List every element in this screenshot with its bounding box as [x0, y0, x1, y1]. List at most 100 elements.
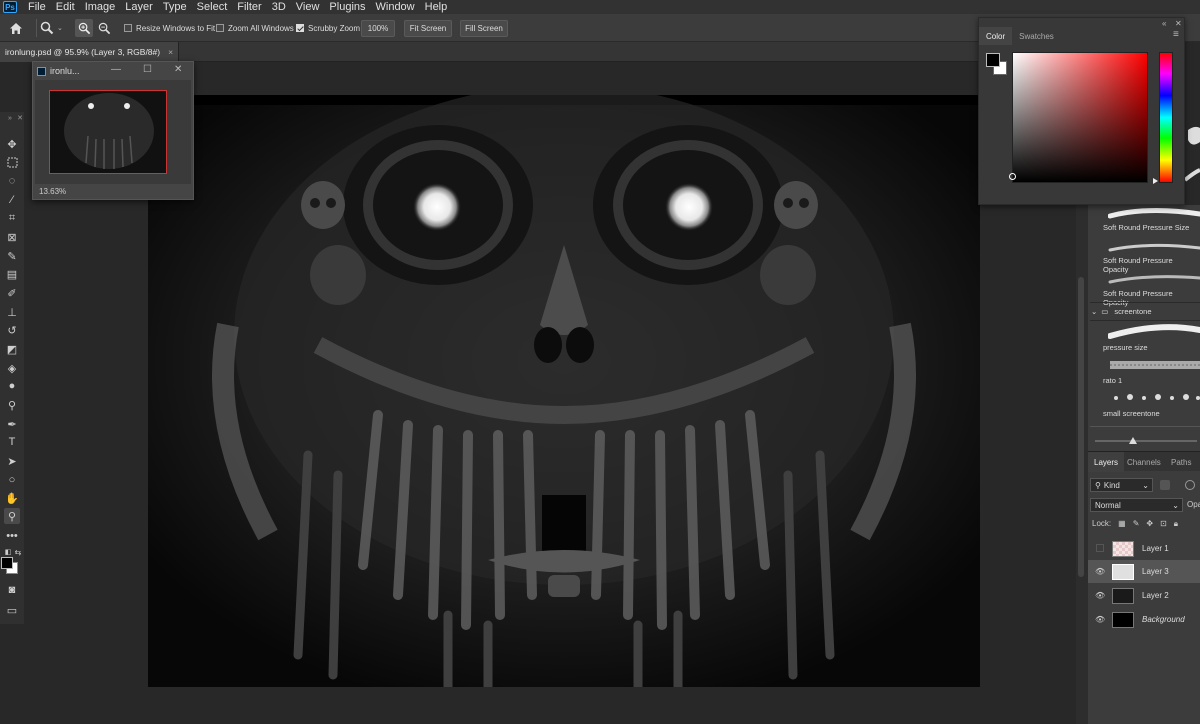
layer-filter-dropdown[interactable]: ⚲ Kind ⌄: [1090, 478, 1153, 492]
zoom-in-icon[interactable]: [75, 19, 93, 37]
lock-position-icon[interactable]: ✥: [1146, 519, 1153, 529]
lock-image-icon[interactable]: ✎: [1133, 519, 1140, 529]
brush-item[interactable]: rato 1: [1103, 376, 1200, 385]
paint-bucket-icon[interactable]: ◈: [4, 360, 20, 376]
layer-row[interactable]: Layer 1: [1088, 537, 1200, 560]
filter-adjustment-icon[interactable]: [1185, 480, 1195, 490]
menu-select[interactable]: Select: [192, 1, 233, 13]
document-tab[interactable]: ironlung.psd @ 95.9% (Layer 3, RGB/8#) ×: [0, 42, 180, 62]
maximize-icon[interactable]: ☐: [143, 64, 152, 75]
resize-windows-checkbox[interactable]: Resize Windows to Fit: [124, 14, 215, 42]
healing-brush-icon[interactable]: ▤: [4, 266, 20, 282]
type-tool-icon[interactable]: T: [4, 434, 20, 450]
lock-transparency-icon[interactable]: ▦: [1118, 519, 1126, 529]
hand-tool-icon[interactable]: ✋: [4, 490, 20, 506]
document-canvas[interactable]: [148, 95, 980, 687]
stamp-tool-icon[interactable]: ⊥: [4, 304, 20, 320]
pen-tool-icon[interactable]: ✒: [4, 416, 20, 432]
eraser-tool-icon[interactable]: ◩: [4, 341, 20, 357]
layer-row[interactable]: 👁︎ Layer 2: [1088, 584, 1200, 607]
blend-mode-dropdown[interactable]: Normal ⌄: [1090, 498, 1183, 512]
fill-screen-button[interactable]: Fill Screen: [460, 20, 508, 37]
tab-layers[interactable]: Layers: [1088, 452, 1125, 472]
quick-mask-icon[interactable]: ◙: [4, 582, 20, 598]
menu-plugins[interactable]: Plugins: [324, 1, 370, 13]
navigator-thumbnail[interactable]: [49, 90, 167, 174]
menu-filter[interactable]: Filter: [232, 1, 266, 13]
scrubby-zoom-checkbox[interactable]: Scrubby Zoom: [296, 14, 360, 42]
home-icon[interactable]: [9, 14, 23, 42]
history-brush-icon[interactable]: ↺: [4, 322, 20, 338]
screen-mode-icon[interactable]: ▭: [4, 602, 20, 618]
move-tool-icon[interactable]: ✥: [4, 136, 20, 152]
more-tools-icon[interactable]: •••: [4, 528, 20, 544]
zoom-all-windows-checkbox[interactable]: Zoom All Windows: [216, 14, 294, 42]
zoom-tool-icon[interactable]: ⚲: [4, 508, 20, 524]
blur-tool-icon[interactable]: ●: [4, 378, 20, 394]
eyedropper-icon[interactable]: ✎: [4, 248, 20, 264]
menu-image[interactable]: Image: [80, 1, 121, 13]
panel-menu-icon[interactable]: ≡: [1173, 29, 1179, 40]
minimize-icon[interactable]: —: [111, 64, 121, 75]
menu-help[interactable]: Help: [420, 1, 453, 13]
zoom-out-icon[interactable]: [98, 14, 111, 42]
tab-paths[interactable]: Paths: [1165, 452, 1197, 472]
lock-artboard-icon[interactable]: ⊡: [1160, 519, 1167, 529]
lasso-tool-icon[interactable]: ◌: [4, 173, 20, 189]
tab-color[interactable]: Color: [979, 27, 1013, 45]
eye-icon[interactable]: 👁︎: [1095, 591, 1105, 600]
close-icon[interactable]: ✕: [174, 64, 182, 75]
foreground-color-swatch[interactable]: [986, 53, 1000, 67]
brush-tool-icon[interactable]: ✐: [4, 285, 20, 301]
chevron-down-icon[interactable]: ⌄: [57, 24, 63, 32]
frame-tool-icon[interactable]: ⊠: [4, 229, 20, 245]
zoom-tool-icon[interactable]: ⌄: [40, 14, 63, 42]
path-selection-icon[interactable]: ➤: [4, 453, 20, 469]
menu-3d[interactable]: 3D: [267, 1, 291, 13]
close-icon[interactable]: ✕: [1175, 19, 1182, 28]
brush-item[interactable]: Soft Round Pressure Opacity: [1103, 289, 1200, 307]
visibility-toggle-off[interactable]: [1095, 543, 1105, 554]
brush-item[interactable]: small screentone: [1103, 409, 1200, 418]
menu-view[interactable]: View: [291, 1, 325, 13]
brush-folder[interactable]: ⌄ ▭ screentone: [1091, 307, 1152, 316]
ellipse-tool-icon[interactable]: ○: [4, 472, 20, 488]
close-icon[interactable]: ×: [168, 47, 173, 57]
menu-window[interactable]: Window: [371, 1, 420, 13]
blend-mode-value: Normal: [1095, 500, 1121, 510]
slider-handle[interactable]: [1129, 437, 1137, 444]
eye-icon[interactable]: 👁︎: [1095, 615, 1105, 624]
lock-all-icon[interactable]: 🔒︎: [1174, 519, 1178, 529]
menu-file[interactable]: File: [23, 1, 51, 13]
chevron-down-icon[interactable]: ⌄: [1091, 307, 1097, 316]
collapse-icon[interactable]: «: [1162, 19, 1166, 28]
tab-swatches[interactable]: Swatches: [1012, 27, 1061, 45]
layer-row[interactable]: 👁︎ Background: [1088, 608, 1200, 631]
brush-item[interactable]: Soft Round Pressure Size: [1103, 223, 1200, 232]
marquee-tool-icon[interactable]: [4, 154, 20, 170]
magic-wand-icon[interactable]: ⁄: [4, 192, 20, 208]
brush-item[interactable]: pressure size: [1103, 343, 1200, 352]
eye-icon[interactable]: 👁︎: [1095, 567, 1105, 576]
navigator-window[interactable]: ironlu... — ☐ ✕ 13.63%: [32, 61, 194, 200]
fit-screen-button[interactable]: Fit Screen: [404, 20, 452, 37]
foreground-color-swatch[interactable]: [1, 557, 13, 569]
hue-slider[interactable]: [1159, 52, 1173, 183]
dodge-tool-icon[interactable]: ⚲: [4, 397, 20, 413]
crop-tool-icon[interactable]: ⌗: [4, 210, 20, 226]
menu-layer[interactable]: Layer: [120, 1, 158, 13]
hue-slider-handle[interactable]: [1153, 178, 1158, 184]
zoom-100-button[interactable]: 100%: [361, 20, 395, 37]
menu-type[interactable]: Type: [158, 1, 192, 13]
color-picker-cursor[interactable]: [1009, 173, 1016, 180]
scrollbar-thumb[interactable]: [1078, 277, 1084, 577]
navigator-zoom-value[interactable]: 13.63%: [39, 187, 66, 196]
color-field[interactable]: [1012, 52, 1148, 183]
menu-edit[interactable]: Edit: [51, 1, 80, 13]
tab-channels[interactable]: Channels: [1121, 452, 1167, 472]
navigator-title: ironlu...: [50, 66, 80, 76]
layer-row-selected[interactable]: 👁︎ Layer 3: [1088, 560, 1200, 583]
filter-pixel-layers-icon[interactable]: [1160, 480, 1170, 490]
brush-size-slider[interactable]: [1095, 440, 1197, 442]
close-icon[interactable]: ✕: [12, 110, 28, 126]
